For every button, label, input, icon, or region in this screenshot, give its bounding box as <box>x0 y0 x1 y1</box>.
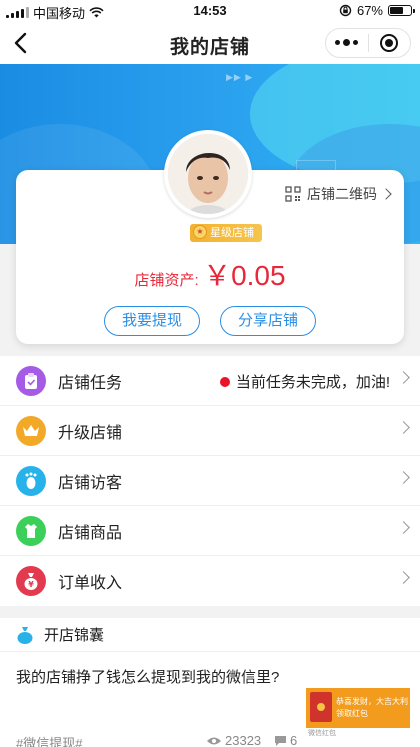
ad-line-2: 领取红包 <box>336 709 368 718</box>
store-level-badge: ★ 星级店铺 <box>190 224 262 242</box>
ad-line-1: 恭喜发财，大吉大利 <box>336 697 408 706</box>
mini-program-capsule <box>325 28 411 58</box>
target-circle-icon <box>380 34 399 52</box>
navigation-bar: 我的店铺 <box>0 22 420 64</box>
article-comments: 6 <box>274 733 297 747</box>
more-dots-icon <box>335 39 359 46</box>
more-button[interactable] <box>326 29 368 57</box>
task-clipboard-icon <box>16 365 46 396</box>
tip-article-title[interactable]: 我的店铺挣了钱怎么提现到我的微信里? <box>16 666 279 687</box>
decorative-arrows-icon: ▶▶ ▶ <box>226 72 254 82</box>
alert-dot-icon <box>219 376 230 387</box>
task-status-text: 当前任务未完成，加油! <box>235 374 390 391</box>
share-store-button[interactable]: 分享店铺 <box>220 306 316 336</box>
eye-icon <box>207 737 221 744</box>
article-views: 23323 <box>206 733 261 747</box>
status-bar: 中国移动 14:53 67% <box>0 0 420 22</box>
svg-text:¥: ¥ <box>28 580 34 589</box>
store-menu-list: 店铺任务 当前任务未完成，加油! 升级店铺 店铺访客 店铺商品 ¥ 订单收入 <box>0 356 420 606</box>
chevron-right-icon <box>397 571 410 584</box>
comments-count: 6 <box>290 733 298 747</box>
store-level-label: 星级店铺 <box>210 227 254 239</box>
chevron-right-icon <box>380 188 392 200</box>
avatar-photo-icon <box>168 134 248 214</box>
chevron-right-icon <box>397 471 410 484</box>
chevron-right-icon <box>397 371 410 384</box>
goods-bag-icon <box>16 515 46 546</box>
crown-icon <box>16 415 46 446</box>
battery-icon <box>388 5 415 16</box>
menu-item-store-goods[interactable]: 店铺商品 <box>0 506 420 556</box>
withdraw-button[interactable]: 我要提现 <box>104 306 200 336</box>
lock-rotation-icon <box>339 4 352 17</box>
article-tag[interactable]: #微信提现# <box>16 733 82 747</box>
comment-icon <box>275 735 286 746</box>
tips-header: 开店锦囊 <box>0 618 420 652</box>
medal-icon: ★ <box>193 225 207 239</box>
menu-item-label: 店铺商品 <box>58 524 123 542</box>
tips-title: 开店锦囊 <box>44 627 105 644</box>
my-store-page: 中国移动 14:53 67% 我的店铺 ▶▶ ▶ 店铺二维码 ★ 星级店铺 店铺… <box>0 0 420 747</box>
assets-value: ￥0.05 <box>203 260 286 291</box>
menu-item-label: 升级店铺 <box>58 424 123 442</box>
battery-percentage: 67% <box>356 3 383 18</box>
menu-item-label: 订单收入 <box>58 575 123 592</box>
menu-item-store-visitors[interactable]: 店铺访客 <box>0 456 420 506</box>
menu-item-label: 店铺任务 <box>58 374 123 392</box>
close-mini-program-button[interactable] <box>369 29 411 57</box>
qr-code-icon <box>285 186 301 202</box>
red-packet-icon <box>310 692 332 722</box>
views-count: 23323 <box>225 733 262 747</box>
money-bag-icon: ¥ <box>16 566 46 596</box>
ad-footer: 微信红包 <box>306 728 410 740</box>
menu-item-label: 店铺访客 <box>58 474 123 492</box>
menu-item-upgrade-store[interactable]: 升级店铺 <box>0 406 420 456</box>
tips-bag-icon <box>17 626 33 644</box>
assets-label: 店铺资产: <box>134 272 199 289</box>
qr-code-label: 店铺二维码 <box>307 186 377 202</box>
footprint-icon <box>16 465 46 496</box>
store-qr-code-link[interactable]: 店铺二维码 <box>285 184 392 204</box>
store-assets: 店铺资产: ￥0.05 <box>16 254 404 294</box>
task-status-note: 当前任务未完成，加油! <box>219 371 390 392</box>
store-avatar[interactable] <box>164 130 252 218</box>
menu-item-store-tasks[interactable]: 店铺任务 当前任务未完成，加油! <box>0 356 420 406</box>
chevron-right-icon <box>397 521 410 534</box>
chevron-right-icon <box>397 421 410 434</box>
red-packet-ad[interactable]: 恭喜发财，大吉大利 领取红包 微信红包 <box>306 688 410 740</box>
menu-item-order-income[interactable]: ¥ 订单收入 <box>0 556 420 606</box>
